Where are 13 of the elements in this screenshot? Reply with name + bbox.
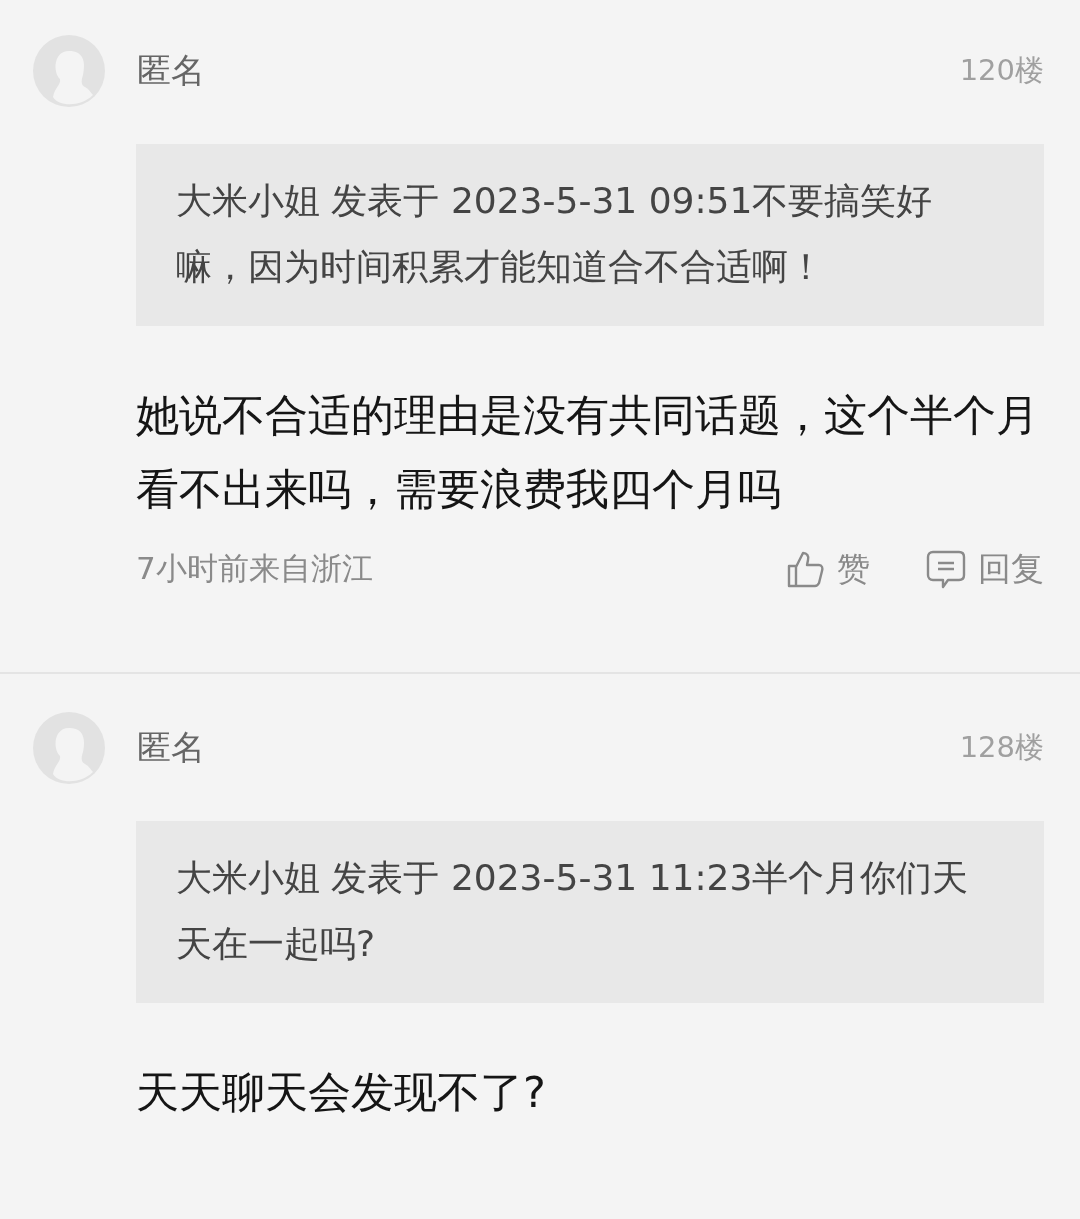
comment-text: 天天聊天会发现不了?	[136, 1066, 547, 1119]
comment-text: 她说不合适的理由是没有共同话题，这个半个月看不出来吗，需要浪费我四个月吗	[136, 389, 1040, 516]
reply-button[interactable]: 回复	[926, 546, 1044, 592]
author-name[interactable]: 匿名	[137, 725, 960, 771]
author-name[interactable]: 匿名	[137, 48, 960, 94]
post-time-location: 7小时前来自浙江	[136, 549, 374, 588]
comment-icon	[926, 549, 966, 589]
floor-number: 120楼	[959, 52, 1044, 89]
floor-number: 128楼	[959, 729, 1044, 766]
quoted-reply: 大米小姐 发表于 2023-5-31 11:23半个月你们天天在一起吗?	[136, 821, 1044, 1003]
quoted-reply: 大米小姐 发表于 2023-5-31 09:51不要搞笑好嘛，因为时间积累才能知道合不合适啊！	[136, 144, 1044, 326]
thumbs-up-icon	[785, 549, 825, 589]
like-button[interactable]: 赞	[785, 546, 870, 592]
